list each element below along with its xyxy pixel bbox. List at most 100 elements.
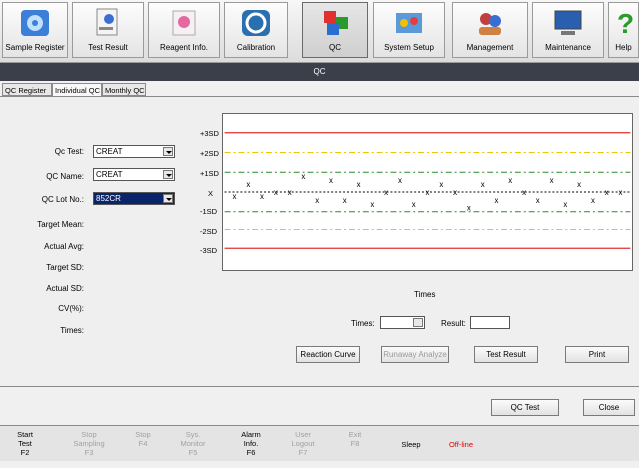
svg-text:?: ? bbox=[617, 8, 634, 39]
chevron-down-icon[interactable] bbox=[163, 147, 173, 156]
toolbar-maintenance-button[interactable]: Maintenance bbox=[532, 2, 604, 58]
reagent-icon bbox=[167, 7, 201, 39]
qc-icon bbox=[318, 7, 352, 39]
result-input[interactable] bbox=[470, 316, 510, 329]
chevron-down-icon[interactable] bbox=[163, 170, 173, 179]
toolbar-help-button[interactable]: ? Help bbox=[608, 2, 639, 58]
start-test-key[interactable]: Start Test F2 bbox=[6, 430, 44, 458]
maintenance-icon bbox=[551, 7, 585, 39]
qc-data-point: x bbox=[563, 200, 567, 209]
qc-data-point: x bbox=[343, 196, 347, 205]
chevron-down-icon[interactable] bbox=[413, 318, 423, 327]
toolbar-label: Sample Register bbox=[3, 43, 67, 52]
qc-data-point: x bbox=[412, 200, 416, 209]
toolbar-label: System Setup bbox=[374, 43, 444, 52]
qc-data-point: x bbox=[274, 188, 278, 197]
toolbar-label: Calibration bbox=[225, 43, 287, 52]
y-tick-label: +1SD bbox=[200, 169, 222, 178]
qc-data-point: x bbox=[357, 180, 361, 189]
qc-name-select[interactable]: CREAT bbox=[93, 168, 175, 181]
toolbar-sample-register-button[interactable]: Sample Register bbox=[2, 2, 68, 58]
system-setup-icon bbox=[392, 7, 426, 39]
toolbar-label: QC bbox=[303, 43, 367, 52]
toolbar-label: Help bbox=[609, 43, 638, 52]
qc-data-point: x bbox=[577, 180, 581, 189]
management-icon bbox=[473, 7, 507, 39]
stop-key[interactable]: Stop F4 bbox=[124, 430, 162, 458]
y-tick-label: -3SD bbox=[200, 246, 222, 255]
toolbar-label: Maintenance bbox=[533, 43, 603, 52]
x-axis-label: Times bbox=[414, 290, 435, 299]
tab-individual-qc[interactable]: Individual QC bbox=[52, 83, 102, 97]
y-tick-label: -1SD bbox=[200, 207, 222, 216]
qc-name-label: QC Name: bbox=[14, 172, 84, 181]
qc-data-point: x bbox=[246, 180, 250, 189]
qc-data-point: x bbox=[233, 192, 237, 201]
qc-data-point: x bbox=[494, 196, 498, 205]
test-result-button[interactable]: Test Result bbox=[474, 346, 538, 363]
page-title: QC bbox=[0, 63, 639, 81]
actual-sd-label: Actual SD: bbox=[14, 284, 84, 293]
sleep-key[interactable]: Sleep bbox=[392, 440, 430, 468]
qc-data-point: x bbox=[315, 196, 319, 205]
close-button[interactable]: Close bbox=[583, 399, 635, 416]
qc-data-point: x bbox=[550, 176, 554, 185]
exit-key[interactable]: Exit F8 bbox=[336, 430, 374, 458]
help-icon: ? bbox=[607, 7, 639, 39]
test-result-icon bbox=[91, 7, 125, 39]
target-sd-label: Target SD: bbox=[14, 263, 84, 272]
toolbar-calibration-button[interactable]: Calibration bbox=[224, 2, 288, 58]
actual-avg-label: Actual Avg: bbox=[14, 242, 84, 251]
reaction-curve-button[interactable]: Reaction Curve bbox=[296, 346, 360, 363]
tab-monthly-qc[interactable]: Monthly QC bbox=[102, 83, 146, 96]
print-button[interactable]: Print bbox=[565, 346, 629, 363]
runaway-analyze-button[interactable]: Runaway Analyze bbox=[381, 346, 449, 363]
toolbar-label: Management bbox=[453, 43, 527, 52]
gear-icon bbox=[18, 7, 52, 39]
main-toolbar: Sample Register Test Result Reagent Info… bbox=[0, 0, 639, 63]
stop-sampling-key[interactable]: Stop Sampling F3 bbox=[70, 430, 108, 458]
qc-data-point: x bbox=[605, 188, 609, 197]
qc-data-point: x bbox=[301, 172, 305, 181]
qc-data-point: x bbox=[370, 200, 374, 209]
toolbar-management-button[interactable]: Management bbox=[452, 2, 528, 58]
toolbar-reagent-info-button[interactable]: Reagent Info. bbox=[148, 2, 220, 58]
qc-data-point: x bbox=[426, 188, 430, 197]
qc-data-point: x bbox=[453, 188, 457, 197]
qc-test-select[interactable]: CREAT bbox=[93, 145, 175, 158]
qc-name-value: CREAT bbox=[96, 170, 123, 179]
toolbar-test-result-button[interactable]: Test Result bbox=[72, 2, 144, 58]
times-select[interactable] bbox=[380, 316, 425, 329]
qc-data-point: x bbox=[619, 188, 623, 197]
offline-status: Off-line bbox=[442, 440, 480, 468]
cv-label: CV(%): bbox=[14, 304, 84, 313]
qc-data-point: x bbox=[481, 180, 485, 189]
qc-test-button[interactable]: QC Test bbox=[491, 399, 559, 416]
qc-test-label: Qc Test: bbox=[14, 147, 84, 156]
qc-lot-value: 852CR bbox=[96, 194, 121, 203]
times-label: Times: bbox=[351, 319, 375, 328]
y-tick-label: +2SD bbox=[200, 149, 222, 158]
qc-lot-select[interactable]: 852CR bbox=[93, 192, 175, 205]
qc-data-point: x bbox=[398, 176, 402, 185]
times-stat-label: Times: bbox=[14, 326, 84, 335]
y-tick-label: +3SD bbox=[200, 129, 222, 138]
y-tick-label: -2SD bbox=[200, 227, 222, 236]
user-logout-key[interactable]: User Logout F7 bbox=[284, 430, 322, 458]
qc-data-point: x bbox=[536, 196, 540, 205]
toolbar-system-setup-button[interactable]: System Setup bbox=[373, 2, 445, 58]
qc-lot-label: QC Lot No.: bbox=[14, 195, 84, 204]
tab-qc-register[interactable]: QC Register bbox=[2, 83, 52, 96]
calibration-icon bbox=[239, 7, 273, 39]
chevron-down-icon[interactable] bbox=[163, 194, 173, 203]
toolbar-qc-button[interactable]: QC bbox=[302, 2, 368, 58]
qc-data-point: x bbox=[467, 204, 471, 213]
sys-monitor-key[interactable]: Sys. Monitor F5 bbox=[174, 430, 212, 458]
qc-data-point: x bbox=[591, 196, 595, 205]
qc-control-chart: xxxxxxxxxxxxxxxxxxxxxxxxxxxxx bbox=[222, 113, 633, 271]
result-label: Result: bbox=[441, 319, 466, 328]
target-mean-label: Target Mean: bbox=[14, 220, 84, 229]
alarm-info-key[interactable]: Alarm Info. F6 bbox=[232, 430, 270, 458]
qc-data-point: x bbox=[260, 192, 264, 201]
qc-data-point: x bbox=[384, 188, 388, 197]
